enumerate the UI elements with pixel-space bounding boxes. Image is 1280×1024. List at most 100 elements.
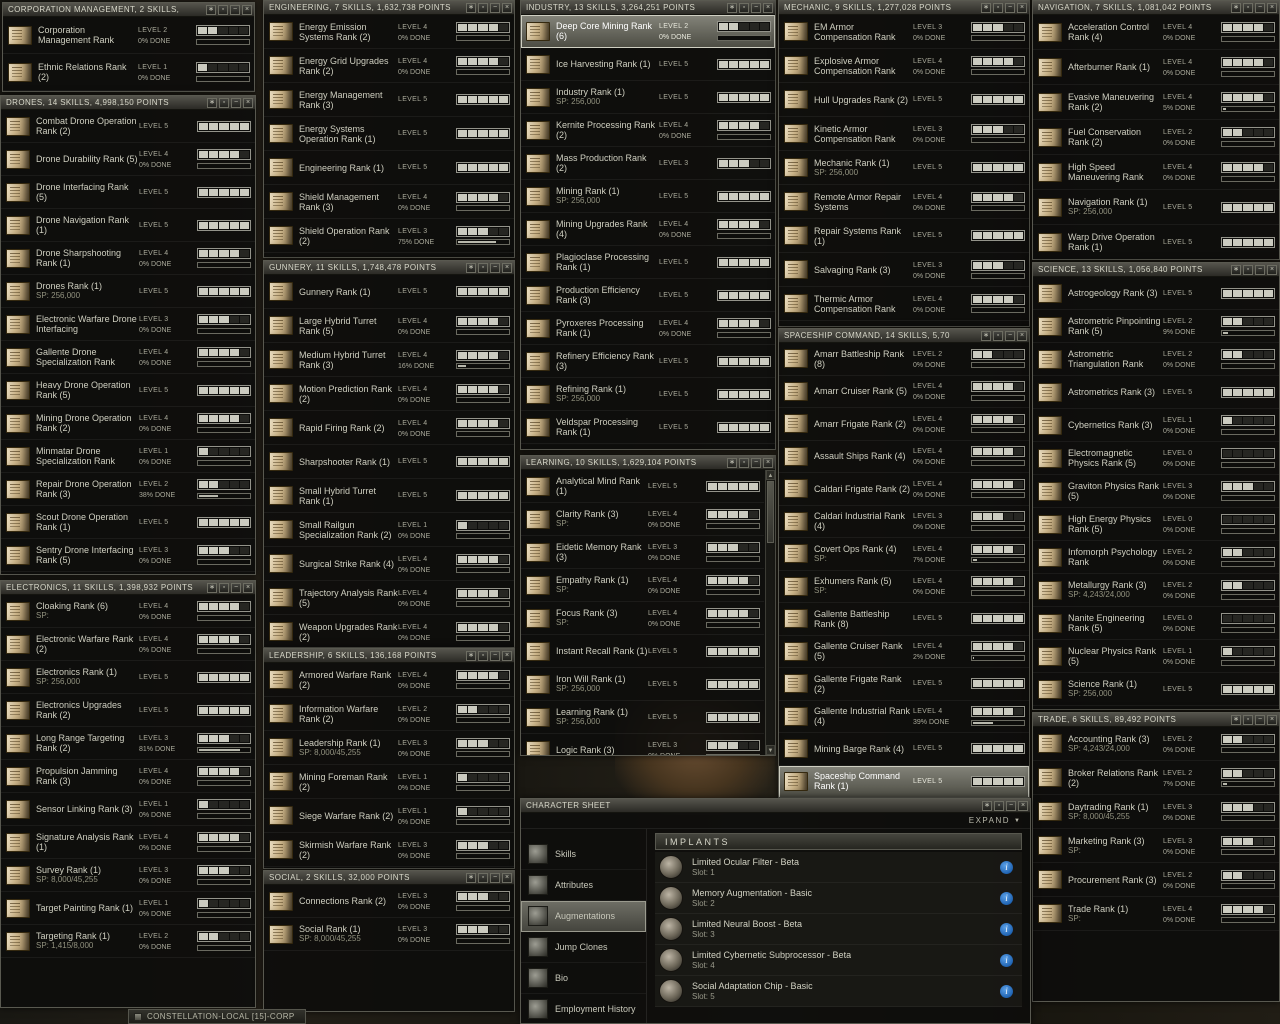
skill-row[interactable]: Ice Harvesting Rank (1)LEVEL 5 xyxy=(521,48,775,81)
skill-row[interactable]: Shield Operation Rank (2)LEVEL 375% DONE xyxy=(264,219,514,253)
skill-row[interactable]: Clarity Rank (3)SP:LEVEL 40% DONE xyxy=(521,503,764,536)
skill-row[interactable]: Information Warfare Rank (2)LEVEL 20% DO… xyxy=(264,697,514,731)
tab-bio[interactable]: Bio xyxy=(521,963,646,994)
skill-row[interactable]: Logic Rank (3)LEVEL 30% DONE xyxy=(521,734,764,755)
titlebar-character-sheet[interactable]: CHARACTER SHEET∗▫−× xyxy=(521,799,1030,813)
skill-row[interactable]: Gallente Industrial Rank (4)LEVEL 439% D… xyxy=(779,701,1029,734)
pin-button[interactable]: ∗ xyxy=(1231,715,1241,725)
titlebar-industry[interactable]: INDUSTRY, 13 SKILLS, 3,264,251 POINTS∗▫−… xyxy=(521,1,775,15)
close-button[interactable]: × xyxy=(502,263,512,273)
skill-row[interactable]: Focus Rank (3)SP:LEVEL 40% DONE xyxy=(521,602,764,635)
skill-row[interactable]: Survey Rank (1)SP: 8,000/45,255LEVEL 30%… xyxy=(1,859,255,892)
close-button[interactable]: × xyxy=(1267,265,1277,275)
skill-row[interactable]: Refining Rank (1)SP: 256,000LEVEL 5 xyxy=(521,378,775,411)
skill-row[interactable]: Daytrading Rank (1)SP: 8,000/45,255LEVEL… xyxy=(1033,795,1279,829)
skill-row[interactable]: Targeting Rank (1)SP: 1,415/8,000LEVEL 2… xyxy=(1,925,255,958)
skill-row[interactable]: Refinery Efficiency Rank (3)LEVEL 5 xyxy=(521,345,775,378)
info-icon[interactable]: i xyxy=(1000,954,1013,967)
minimize-button[interactable]: − xyxy=(751,458,761,468)
skill-row[interactable]: Electronics Upgrades Rank (2)LEVEL 5 xyxy=(1,694,255,727)
skill-row[interactable]: Trade Rank (1)SP:LEVEL 40% DONE xyxy=(1033,897,1279,931)
skill-row[interactable]: Gunnery Rank (1)LEVEL 5 xyxy=(264,275,514,309)
skill-row[interactable]: Minmatar Drone Specialization RankLEVEL … xyxy=(1,440,255,473)
skill-row[interactable]: Surgical Strike Rank (4)LEVEL 40% DONE xyxy=(264,547,514,581)
titlebar-social[interactable]: SOCIAL, 2 SKILLS, 32,000 POINTS∗▫−× xyxy=(264,871,514,885)
skill-row[interactable]: High Speed Maneuvering RankLEVEL 40% DON… xyxy=(1033,155,1279,190)
skill-row[interactable]: Deep Core Mining Rank (6)LEVEL 20% DONE xyxy=(521,15,775,48)
skill-row[interactable]: Mining Foreman Rank (2)LEVEL 10% DONE xyxy=(264,765,514,799)
skill-row[interactable]: Nuclear Physics Rank (5)LEVEL 10% DONE xyxy=(1033,640,1279,673)
skill-row[interactable]: Signature Analysis Rank (1)LEVEL 40% DON… xyxy=(1,826,255,859)
skill-row[interactable]: Energy Management Rank (3)LEVEL 5 xyxy=(264,83,514,117)
titlebar-spaceship-command[interactable]: SPACESHIP COMMAND, 14 SKILLS, 5,70∗▫−× xyxy=(779,329,1029,343)
titlebar-mechanic[interactable]: MECHANIC, 9 SKILLS, 1,277,028 POINTS∗▫−× xyxy=(779,1,1029,15)
fold-button[interactable]: ▫ xyxy=(993,331,1003,341)
skill-row[interactable]: Instant Recall Rank (1)LEVEL 5 xyxy=(521,635,764,668)
minimize-button[interactable]: − xyxy=(1005,331,1015,341)
info-icon[interactable]: i xyxy=(1000,923,1013,936)
skill-row[interactable]: Acceleration Control Rank (4)LEVEL 40% D… xyxy=(1033,15,1279,50)
scroll-down-icon[interactable]: ▼ xyxy=(766,745,775,755)
titlebar-leadership[interactable]: LEADERSHIP, 6 SKILLS, 136,168 POINTS∗▫−× xyxy=(264,649,514,663)
skill-row[interactable]: Large Hybrid Turret Rank (5)LEVEL 40% DO… xyxy=(264,309,514,343)
skill-row[interactable]: Engineering Rank (1)LEVEL 5 xyxy=(264,151,514,185)
fold-button[interactable]: ▫ xyxy=(994,801,1004,811)
skill-row[interactable]: Infomorph Psychology RankLEVEL 20% DONE xyxy=(1033,541,1279,574)
pin-button[interactable]: ∗ xyxy=(466,263,476,273)
implant-row[interactable]: Memory Augmentation - BasicSlot: 2i xyxy=(655,883,1022,914)
skill-row[interactable]: Mining Upgrades Rank (4)LEVEL 40% DONE xyxy=(521,213,775,246)
close-button[interactable]: × xyxy=(1018,801,1028,811)
fold-button[interactable]: ▫ xyxy=(478,263,488,273)
tab-employment-history[interactable]: Employment History xyxy=(521,994,646,1024)
pin-button[interactable]: ∗ xyxy=(982,801,992,811)
close-button[interactable]: × xyxy=(502,873,512,883)
skill-row[interactable]: Trajectory Analysis Rank (5)LEVEL 40% DO… xyxy=(264,581,514,615)
skill-row[interactable]: Combat Drone Operation Rank (2)LEVEL 5 xyxy=(1,110,255,143)
skill-row[interactable]: Thermic Armor Compensation RankLEVEL 40%… xyxy=(779,287,1029,321)
fold-button[interactable]: ▫ xyxy=(739,458,749,468)
skill-row[interactable]: Drone Navigation Rank (1)LEVEL 5 xyxy=(1,209,255,242)
skill-row[interactable]: Electronic Warfare Rank (2)LEVEL 40% DON… xyxy=(1,628,255,661)
info-icon[interactable]: i xyxy=(1000,892,1013,905)
skill-row[interactable]: Connections Rank (2)LEVEL 30% DONE xyxy=(264,885,514,918)
minimize-button[interactable]: − xyxy=(1255,3,1265,13)
skill-row[interactable]: Cloaking Rank (6)SP:LEVEL 40% DONE xyxy=(1,595,255,628)
skill-row[interactable]: Small Railgun Specialization Rank (2)LEV… xyxy=(264,513,514,547)
titlebar-engineering[interactable]: ENGINEERING, 7 SKILLS, 1,632,738 POINTS∗… xyxy=(264,1,514,15)
titlebar-navigation[interactable]: NAVIGATION, 7 SKILLS, 1,081,042 POINTS∗▫… xyxy=(1033,1,1279,15)
skill-row[interactable]: Motion Prediction Rank (2)LEVEL 40% DONE xyxy=(264,377,514,411)
pin-button[interactable]: ∗ xyxy=(466,3,476,13)
skill-row[interactable]: Siege Warfare Rank (2)LEVEL 10% DONE xyxy=(264,799,514,833)
skill-row[interactable]: Gallente Battleship Rank (8)LEVEL 5 xyxy=(779,603,1029,636)
close-button[interactable]: × xyxy=(243,583,253,593)
skill-row[interactable]: Shield Management Rank (3)LEVEL 40% DONE xyxy=(264,185,514,219)
skill-row[interactable]: Repair Drone Operation Rank (3)LEVEL 238… xyxy=(1,473,255,506)
close-button[interactable]: × xyxy=(1017,331,1027,341)
fold-button[interactable]: ▫ xyxy=(219,583,229,593)
skill-row[interactable]: Remote Armor Repair SystemsLEVEL 40% DON… xyxy=(779,185,1029,219)
titlebar-gunnery[interactable]: GUNNERY, 11 SKILLS, 1,748,478 POINTS∗▫−× xyxy=(264,261,514,275)
skill-row[interactable]: Industry Rank (1)SP: 256,000LEVEL 5 xyxy=(521,81,775,114)
minimize-button[interactable]: − xyxy=(751,3,761,13)
skill-row[interactable]: Armored Warfare Rank (2)LEVEL 40% DONE xyxy=(264,663,514,697)
implant-row[interactable]: Limited Neural Boost - BetaSlot: 3i xyxy=(655,914,1022,945)
pin-button[interactable]: ∗ xyxy=(727,458,737,468)
minimize-button[interactable]: − xyxy=(490,263,500,273)
skill-row[interactable]: Explosive Armor Compensation RankLEVEL 4… xyxy=(779,49,1029,83)
skill-row[interactable]: Accounting Rank (3)SP: 4,243/24,000LEVEL… xyxy=(1033,727,1279,761)
skill-row[interactable]: High Energy Physics Rank (5)LEVEL 00% DO… xyxy=(1033,508,1279,541)
skill-row[interactable]: Electronic Warfare Drone InterfacingLEVE… xyxy=(1,308,255,341)
minimize-button[interactable]: − xyxy=(1255,715,1265,725)
skill-row[interactable]: Amarr Battleship Rank (8)LEVEL 20% DONE xyxy=(779,343,1029,376)
skill-row[interactable]: Leadership Rank (1)SP: 8,000/45,255LEVEL… xyxy=(264,731,514,765)
close-button[interactable]: × xyxy=(763,458,773,468)
skill-row[interactable]: Veldspar Processing Rank (1)LEVEL 5 xyxy=(521,411,775,444)
skill-row[interactable]: Marketing Rank (3)SP:LEVEL 30% DONE xyxy=(1033,829,1279,863)
minimize-button[interactable]: − xyxy=(231,583,241,593)
skill-row[interactable]: Mining Rank (1)SP: 256,000LEVEL 5 xyxy=(521,180,775,213)
tab-attributes[interactable]: Attributes xyxy=(521,870,646,901)
minimize-button[interactable]: − xyxy=(490,873,500,883)
pin-button[interactable]: ∗ xyxy=(981,331,991,341)
skill-row[interactable]: Sensor Linking Rank (3)LEVEL 10% DONE xyxy=(1,793,255,826)
skill-row[interactable]: Electromagnetic Physics Rank (5)LEVEL 00… xyxy=(1033,442,1279,475)
